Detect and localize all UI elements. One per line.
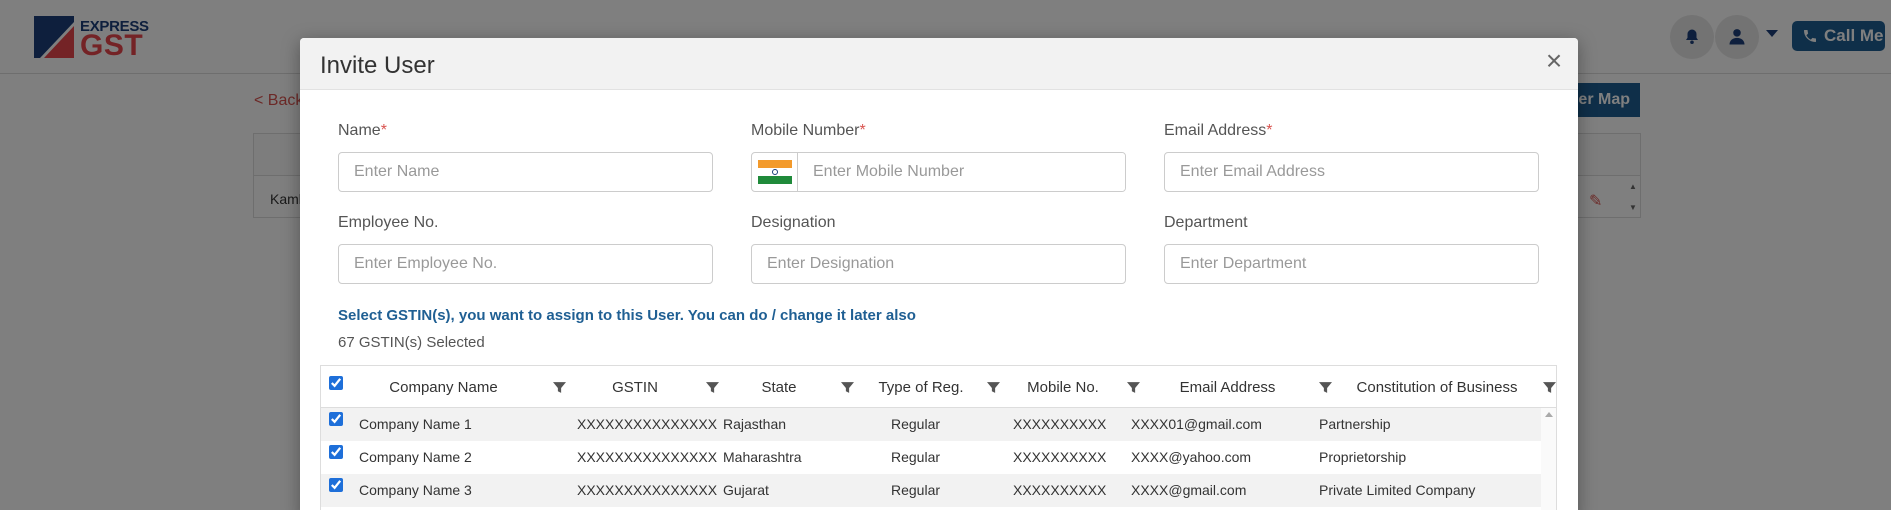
mobile-no-cell: XXXXXXXXXX <box>1013 416 1107 432</box>
department-field-group: Department <box>1164 214 1539 286</box>
mobile-input[interactable] <box>798 153 1125 191</box>
filter-icon[interactable] <box>987 381 1000 394</box>
name-label: Name* <box>338 122 387 139</box>
filter-icon[interactable] <box>1543 381 1556 394</box>
column-header-type-of-reg[interactable]: Type of Reg. <box>861 366 981 408</box>
filter-icon[interactable] <box>1127 381 1140 394</box>
department-input[interactable] <box>1164 244 1539 284</box>
state-cell: Rajasthan <box>723 416 787 432</box>
email-cell: XXXX01@gmail.com <box>1131 416 1262 432</box>
gstin-cell: XXXXXXXXXXXXXXX <box>577 482 717 498</box>
department-label: Department <box>1164 214 1248 231</box>
designation-label: Designation <box>751 214 836 231</box>
constitution-cell: Partnership <box>1319 416 1391 432</box>
employee-no-label: Employee No. <box>338 214 439 231</box>
column-header-mobile-no[interactable]: Mobile No. <box>1005 366 1121 408</box>
email-cell: XXXX@yahoo.com <box>1131 449 1252 465</box>
state-cell: Maharashtra <box>723 449 802 465</box>
table-row[interactable]: Company Name 2 XXXXXXXXXXXXXXX Maharasht… <box>321 441 1541 474</box>
filter-icon[interactable] <box>841 381 854 394</box>
assign-gstin-note: Select GSTIN(s), you want to assign to t… <box>338 307 916 324</box>
table-row[interactable]: Company Name 3 XXXXXXXXXXXXXXX Gujarat R… <box>321 474 1541 507</box>
email-cell: XXXX@gmail.com <box>1131 482 1247 498</box>
mobile-input-wrap <box>751 152 1126 192</box>
gstin-grid-header: Company Name GSTIN State Type of Reg. Mo… <box>321 366 1556 408</box>
select-all-checkbox[interactable] <box>329 376 343 390</box>
gstin-cell: XXXXXXXXXXXXXXX <box>577 449 717 465</box>
gstin-cell: XXXXXXXXXXXXXXX <box>577 416 717 432</box>
filter-icon[interactable] <box>553 381 566 394</box>
email-field-group: Email Address* <box>1164 122 1539 194</box>
close-icon[interactable]: × <box>1540 47 1568 75</box>
designation-input[interactable] <box>751 244 1126 284</box>
designation-field-group: Designation <box>751 214 1126 286</box>
type-of-reg-cell: Regular <box>891 449 941 465</box>
modal-header: Invite User × <box>300 38 1578 90</box>
filter-icon[interactable] <box>1319 381 1332 394</box>
constitution-cell: Proprietorship <box>1319 449 1407 465</box>
invite-user-modal: Invite User × Name* Mobile Number* Email… <box>300 38 1578 510</box>
company-name-cell: Company Name 2 <box>359 449 472 465</box>
required-marker: * <box>1266 122 1273 139</box>
filter-icon[interactable] <box>706 381 719 394</box>
table-row[interactable]: Company Name 1 XXXXXXXXXXXXXXX Rajasthan… <box>321 408 1541 441</box>
mobile-no-cell: XXXXXXXXXX <box>1013 482 1107 498</box>
gstin-grid: Company Name GSTIN State Type of Reg. Mo… <box>320 365 1557 510</box>
scroll-up-icon[interactable] <box>1545 412 1553 417</box>
gstin-grid-body: Company Name 1 XXXXXXXXXXXXXXX Rajasthan… <box>321 408 1541 510</box>
row-checkbox[interactable] <box>329 445 343 459</box>
employee-no-input[interactable] <box>338 244 713 284</box>
row-checkbox[interactable] <box>329 412 343 426</box>
mobile-field-group: Mobile Number* <box>751 122 1126 194</box>
gstin-selected-count: 67 GSTIN(s) Selected <box>338 334 485 351</box>
required-marker: * <box>380 122 387 139</box>
mobile-no-cell: XXXXXXXXXX <box>1013 449 1107 465</box>
type-of-reg-cell: Regular <box>891 416 941 432</box>
grid-scrollbar[interactable] <box>1541 408 1556 510</box>
name-field-group: Name* <box>338 122 713 194</box>
type-of-reg-cell: Regular <box>891 482 941 498</box>
required-marker: * <box>859 122 866 139</box>
row-checkbox[interactable] <box>329 478 343 492</box>
column-header-constitution[interactable]: Constitution of Business <box>1337 366 1537 408</box>
country-selector[interactable] <box>752 153 798 191</box>
company-name-cell: Company Name 3 <box>359 482 472 498</box>
email-label: Email Address* <box>1164 122 1273 139</box>
company-name-cell: Company Name 1 <box>359 416 472 432</box>
india-flag-icon <box>757 160 792 184</box>
column-header-gstin[interactable]: GSTIN <box>571 366 699 408</box>
name-input[interactable] <box>338 152 713 192</box>
email-input[interactable] <box>1164 152 1539 192</box>
mobile-label: Mobile Number* <box>751 122 866 139</box>
column-header-company-name[interactable]: Company Name <box>361 366 526 408</box>
column-header-email-address[interactable]: Email Address <box>1145 366 1310 408</box>
state-cell: Gujarat <box>723 482 769 498</box>
employee-no-field-group: Employee No. <box>338 214 713 286</box>
column-header-state[interactable]: State <box>724 366 834 408</box>
constitution-cell: Private Limited Company <box>1319 482 1476 498</box>
modal-title: Invite User <box>320 52 435 79</box>
